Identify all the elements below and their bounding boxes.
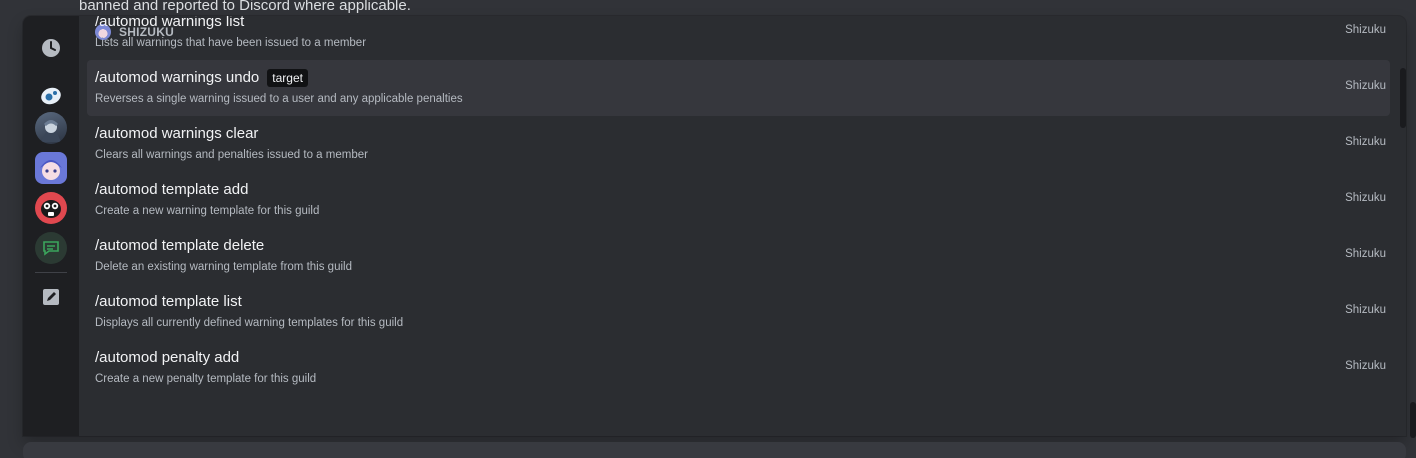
command-row[interactable]: /automod template delete Delete an existi…: [87, 228, 1390, 284]
command-description: Lists all warnings that have been issued…: [95, 37, 367, 49]
command-description: Reverses a single warning issued to a us…: [95, 93, 463, 105]
command-row[interactable]: /automod warnings list Lists all warnings…: [87, 16, 1390, 60]
command-title: /automod template list: [95, 292, 1382, 312]
chat-bubble-icon[interactable]: [35, 232, 67, 264]
command-name: /automod template list: [95, 293, 242, 310]
command-row[interactable]: /automod warnings clear Clears all warnin…: [87, 116, 1390, 172]
application-rail: [23, 16, 79, 436]
command-title: /automod penalty add: [95, 348, 1382, 368]
pencil-icon[interactable]: [35, 281, 67, 313]
command-source: Shizuku: [1345, 248, 1386, 260]
message-input-bar[interactable]: [23, 442, 1406, 458]
command-description: Displays all currently defined warning t…: [95, 317, 404, 329]
command-option-pill: target: [267, 69, 308, 87]
dark-avatar-icon[interactable]: [35, 112, 67, 144]
command-description: Clears all warnings and penalties issued…: [95, 149, 368, 161]
command-source: Shizuku: [1345, 360, 1386, 372]
command-description: Create a new penalty template for this g…: [95, 373, 317, 385]
command-source: Shizuku: [1345, 192, 1386, 204]
command-title: /automod template add: [95, 180, 1382, 200]
command-title: /automod warnings clear: [95, 124, 1382, 144]
command-name: /automod warnings clear: [95, 125, 259, 142]
eye-app-icon[interactable]: [35, 80, 67, 112]
command-source: Shizuku: [1345, 304, 1386, 316]
command-title: /automod warnings list: [95, 16, 1382, 32]
command-title: /automod warnings undo target: [95, 68, 1382, 88]
command-name: /automod warnings list: [95, 16, 245, 30]
chat-message-text: banned and reported to Discord where app…: [79, 0, 411, 14]
rail-divider: [35, 272, 67, 273]
command-autocomplete-popup: SHIZUKU /automod warnings list Lists all …: [23, 16, 1406, 436]
command-row[interactable]: /automod template add Create a new warnin…: [87, 172, 1390, 228]
command-row[interactable]: /automod penalty add Create a new penalty…: [87, 340, 1390, 396]
clock-icon[interactable]: [35, 32, 67, 64]
command-source: Shizuku: [1345, 136, 1386, 148]
command-name: /automod penalty add: [95, 349, 240, 366]
chat-scrollbar[interactable]: [1410, 402, 1416, 438]
command-title: /automod template delete: [95, 236, 1382, 256]
command-description: Delete an existing warning template from…: [95, 261, 352, 273]
command-source: Shizuku: [1345, 24, 1386, 36]
list-scrollbar[interactable]: [1400, 68, 1406, 128]
command-source: Shizuku: [1345, 80, 1386, 92]
shizuku-avatar-icon[interactable]: [35, 152, 67, 184]
command-name: /automod warnings undo: [95, 69, 260, 86]
command-row[interactable]: /automod warnings undo target Reverses a s…: [87, 60, 1390, 116]
command-row[interactable]: /automod template list Displays all curre…: [87, 284, 1390, 340]
command-name: /automod template delete: [95, 237, 265, 254]
red-creature-icon[interactable]: [35, 192, 67, 224]
command-name: /automod template add: [95, 181, 249, 198]
command-description: Create a new warning template for this g…: [95, 205, 320, 217]
command-list: SHIZUKU /automod warnings list Lists all …: [79, 16, 1406, 436]
